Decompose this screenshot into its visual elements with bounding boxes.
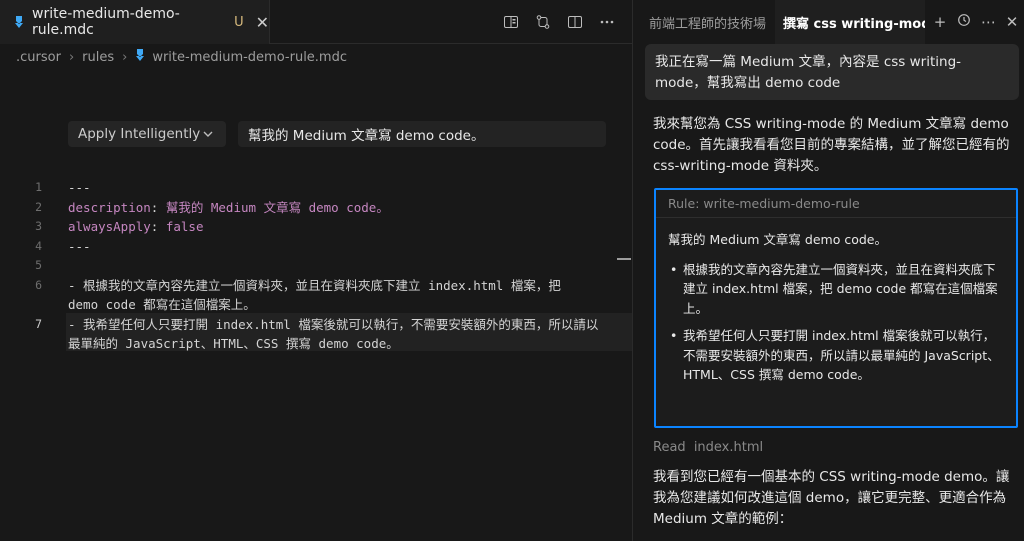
code-line: 3 alwaysApply: false [0, 217, 632, 237]
yaml-key: description [68, 200, 151, 215]
tool-read-status[interactable]: Read index.html [653, 440, 763, 455]
more-actions-icon[interactable] [598, 13, 616, 31]
breadcrumb-item-file[interactable]: write-medium-demo-rule.mdc [152, 50, 347, 65]
yaml-colon: : [150, 219, 166, 234]
chat-tab-bar: 前端工程師的技術場 撰寫 css writing-mode 的 + ⋯ ✕ [633, 0, 1024, 44]
breadcrumb-item-rules[interactable]: rules [82, 50, 114, 65]
line-number: 7 [35, 317, 42, 331]
open-preview-icon[interactable] [502, 13, 520, 31]
yaml-value: 幫我的 Medium 文章寫 demo code。 [165, 200, 389, 215]
line-content: --- [68, 239, 91, 254]
chat-actions: + ⋯ ✕ [933, 0, 1019, 44]
line-number: 5 [35, 258, 42, 272]
apply-mode-value: Apply Intelligently [78, 126, 201, 142]
chat-tab-active[interactable]: 撰寫 css writing-mode 的 [775, 0, 925, 44]
assistant-message: 我來幫您為 CSS writing-mode 的 Medium 文章寫 demo… [653, 116, 1010, 174]
chevron-down-icon [202, 128, 214, 144]
code-line-wrapped: 最單純的 JavaScript、HTML、CSS 撰寫 demo code。 [0, 334, 632, 354]
editor-actions [502, 0, 616, 44]
apply-mode-select[interactable]: Apply Intelligently [68, 121, 226, 147]
breadcrumb-separator-icon: › [122, 49, 128, 65]
code-line: 4 --- [0, 237, 632, 257]
more-actions-icon[interactable]: ⋯ [981, 13, 996, 31]
close-panel-icon[interactable]: ✕ [1005, 13, 1019, 31]
rule-card-header: Rule: write-medium-demo-rule [656, 190, 1016, 218]
editor-tab[interactable]: write-medium-demo-rule.mdc U ✕ [0, 0, 270, 44]
yaml-key: alwaysApply [68, 219, 151, 234]
rule-card-description: 幫我的 Medium 文章寫 demo code。 [668, 232, 887, 247]
line-number: 4 [35, 239, 42, 253]
rule-card-body: 幫我的 Medium 文章寫 demo code。 根據我的文章內容先建立一個資… [656, 218, 1016, 385]
code-line: 6 - 根據我的文章內容先建立一個資料夾，並且在資料夾底下建立 index.ht… [0, 276, 632, 296]
history-icon[interactable] [957, 13, 971, 31]
line-number: 6 [35, 278, 42, 292]
rule-card[interactable]: Rule: write-medium-demo-rule 幫我的 Medium … [654, 188, 1018, 428]
close-tab-icon[interactable]: ✕ [256, 13, 269, 32]
rule-description-input[interactable]: 幫我的 Medium 文章寫 demo code。 [238, 121, 606, 147]
line-content: --- [68, 180, 91, 195]
breadcrumb-item-cursor[interactable]: .cursor [16, 50, 61, 65]
tool-read-label: Read [653, 440, 686, 455]
tool-read-file: index.html [693, 440, 764, 455]
yaml-value: false [165, 219, 204, 234]
code-line: 5 [0, 256, 632, 276]
code-line: 1 --- [0, 178, 632, 198]
line-content: - 根據我的文章內容先建立一個資料夾，並且在資料夾底下建立 index.html… [68, 278, 561, 293]
line-content: description: 幫我的 Medium 文章寫 demo code。 [68, 198, 389, 218]
rule-card-bullet: 根據我的文章內容先建立一個資料夾，並且在資料夾底下建立 index.html 檔… [668, 260, 1004, 319]
line-number: 2 [35, 200, 42, 214]
chat-panel: 前端工程師的技術場 撰寫 css writing-mode 的 + ⋯ ✕ 我正… [632, 0, 1024, 541]
breadcrumb-separator-icon: › [68, 49, 75, 65]
rule-card-list: 根據我的文章內容先建立一個資料夾，並且在資料夾底下建立 index.html 檔… [668, 260, 1004, 385]
editor-pane: write-medium-demo-rule.mdc U ✕ .cursor ›… [0, 0, 632, 541]
line-number: 1 [35, 180, 42, 194]
cursor-rule-file-icon [135, 49, 145, 65]
code-line: 7 - 我希望任何人只要打開 index.html 檔案後就可以執行，不需要安裝… [0, 315, 632, 335]
untracked-status-badge: U [234, 14, 244, 30]
line-content: 最單純的 JavaScript、HTML、CSS 撰寫 demo code。 [68, 336, 399, 351]
source-control-compare-icon[interactable] [534, 13, 552, 31]
cursor-rule-file-icon [14, 16, 24, 28]
line-content: - 我希望任何人只要打開 index.html 檔案後就可以執行，不需要安裝額外… [68, 317, 599, 332]
line-number: 3 [35, 219, 42, 233]
line-content: alwaysApply: false [68, 217, 204, 237]
code-line-wrapped: demo code 都寫在這個檔案上。 [0, 295, 632, 315]
rule-settings: Apply Intelligently 幫我的 Medium 文章寫 demo … [68, 121, 606, 147]
split-editor-icon[interactable] [566, 13, 584, 31]
new-chat-icon[interactable]: + [933, 13, 947, 31]
breadcrumb: .cursor › rules › write-medium-demo-rule… [16, 47, 347, 67]
rule-card-bullet: 我希望任何人只要打開 index.html 檔案後就可以執行，不需要安裝額外的東… [668, 326, 1004, 385]
assistant-message: 我看到您已經有一個基本的 CSS writing-mode demo。讓我為您建… [653, 469, 1010, 527]
editor-tab-bar: write-medium-demo-rule.mdc U ✕ [0, 0, 632, 44]
code-line: 2 description: 幫我的 Medium 文章寫 demo code。 [0, 198, 632, 218]
yaml-colon: : [150, 200, 166, 215]
editor-tab-title: write-medium-demo-rule.mdc [32, 6, 180, 38]
chat-tab[interactable]: 前端工程師的技術場 [633, 0, 775, 44]
user-message[interactable]: 我正在寫一篇 Medium 文章，內容是 css writing-mode，幫我… [645, 44, 1019, 100]
line-content: demo code 都寫在這個檔案上。 [68, 297, 256, 312]
